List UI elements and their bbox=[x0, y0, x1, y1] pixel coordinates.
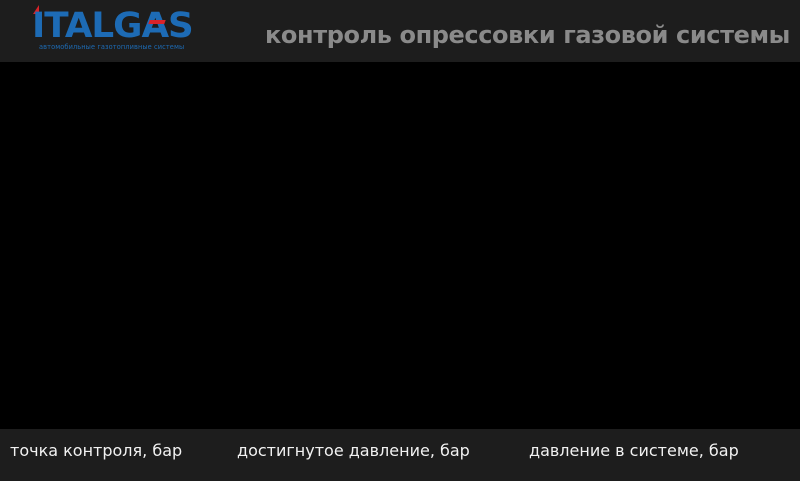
footer-bar: точка контроля, бар достигнутое давление… bbox=[0, 429, 800, 481]
screen: ITALGAS автомобильные газотопливные сист… bbox=[0, 0, 800, 481]
italgas-logo: ITALGAS автомобильные газотопливные сист… bbox=[30, 5, 230, 55]
logo-accent-mark bbox=[148, 20, 166, 24]
header-bar: ITALGAS автомобильные газотопливные сист… bbox=[0, 0, 800, 62]
main-display-area bbox=[0, 62, 800, 429]
logo-wordmark: ITALGAS bbox=[32, 6, 194, 46]
checkpoint-label: точка контроля, бар bbox=[10, 441, 183, 460]
achieved-pressure-label: достигнутое давление, бар bbox=[237, 441, 470, 460]
system-pressure-label: давление в системе, бар bbox=[529, 441, 739, 460]
page-title: контроль опрессовки газовой системы bbox=[265, 21, 790, 49]
logo-tagline: автомобильные газотопливные системы bbox=[39, 43, 185, 51]
